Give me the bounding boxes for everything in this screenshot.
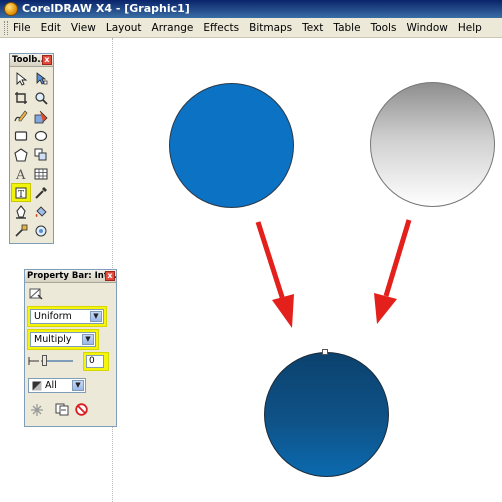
fill-outline-icon	[32, 381, 42, 391]
right-red-arrow	[374, 219, 412, 324]
transparency-slider[interactable]	[27, 354, 87, 368]
edit-transparency-icon	[29, 288, 43, 300]
transparency-amount-highlight: 0	[83, 352, 109, 371]
toolbox-panel: Toolb... x A T	[9, 53, 54, 244]
slider-start-icon	[28, 357, 39, 365]
smart-fill-tool-icon[interactable]	[31, 107, 51, 126]
slider-thumb[interactable]	[42, 355, 47, 366]
transparency-amount-input[interactable]: 0	[86, 355, 104, 368]
left-red-arrow	[255, 221, 294, 328]
transparency-target-select[interactable]: All ▼	[28, 378, 86, 393]
chevron-down-icon[interactable]: ▼	[90, 311, 102, 322]
mesh-fill-tool-icon[interactable]	[31, 221, 51, 240]
svg-text:T: T	[18, 190, 24, 200]
clear-transparency-button[interactable]	[75, 403, 88, 419]
basic-shapes-tool-icon[interactable]	[31, 145, 51, 164]
polygon-tool-icon[interactable]	[11, 145, 31, 164]
toolbox-close-button[interactable]: x	[42, 55, 52, 65]
zoom-tool-icon[interactable]	[31, 88, 51, 107]
table-tool-icon[interactable]	[31, 164, 51, 183]
transparency-operation-value: Multiply	[34, 334, 72, 345]
transparency-type-highlight: Uniform ▼	[27, 306, 107, 327]
no-transparency-icon	[75, 403, 88, 416]
eyedropper-tool-icon[interactable]	[31, 183, 51, 202]
shape-tool-icon[interactable]	[31, 69, 51, 88]
toolbox-title-bar[interactable]: Toolb... x	[10, 54, 53, 67]
ellipse-tool-icon[interactable]	[31, 126, 51, 145]
edit-transparency-button[interactable]	[29, 288, 43, 303]
freeze-icon	[31, 404, 43, 416]
copy-properties-icon	[55, 403, 69, 416]
property-bar-close-button[interactable]: x	[105, 271, 115, 281]
crop-tool-icon[interactable]	[11, 88, 31, 107]
property-bar-panel: Property Bar: Int... x Uniform ▼ Multipl…	[24, 269, 117, 427]
transparency-type-select[interactable]: Uniform ▼	[30, 309, 104, 324]
copy-transparency-button[interactable]	[55, 403, 69, 419]
outline-tool-icon[interactable]	[11, 202, 31, 221]
freeze-button[interactable]	[31, 404, 43, 419]
interactive-fill-tool-icon[interactable]	[11, 221, 31, 240]
property-bar-title: Property Bar: Int...	[27, 271, 116, 281]
rectangle-tool-icon[interactable]	[11, 126, 31, 145]
transparency-target-value: All	[45, 380, 57, 391]
interactive-transparency-tool-icon[interactable]: T	[11, 183, 31, 202]
transparency-type-value: Uniform	[34, 311, 72, 322]
freehand-tool-icon[interactable]	[11, 107, 31, 126]
property-bar-title-bar[interactable]: Property Bar: Int... x	[25, 270, 116, 283]
pick-tool-icon[interactable]	[11, 69, 31, 88]
fill-tool-icon[interactable]	[31, 202, 51, 221]
transparency-target-select-wrap: All ▼	[28, 378, 86, 393]
text-tool-icon[interactable]: A	[11, 164, 31, 183]
chevron-down-icon[interactable]: ▼	[82, 334, 94, 345]
transparency-operation-select[interactable]: Multiply ▼	[30, 332, 96, 347]
chevron-down-icon[interactable]: ▼	[72, 380, 84, 391]
transparency-operation-highlight: Multiply ▼	[27, 329, 99, 350]
svg-text:A: A	[15, 168, 26, 181]
